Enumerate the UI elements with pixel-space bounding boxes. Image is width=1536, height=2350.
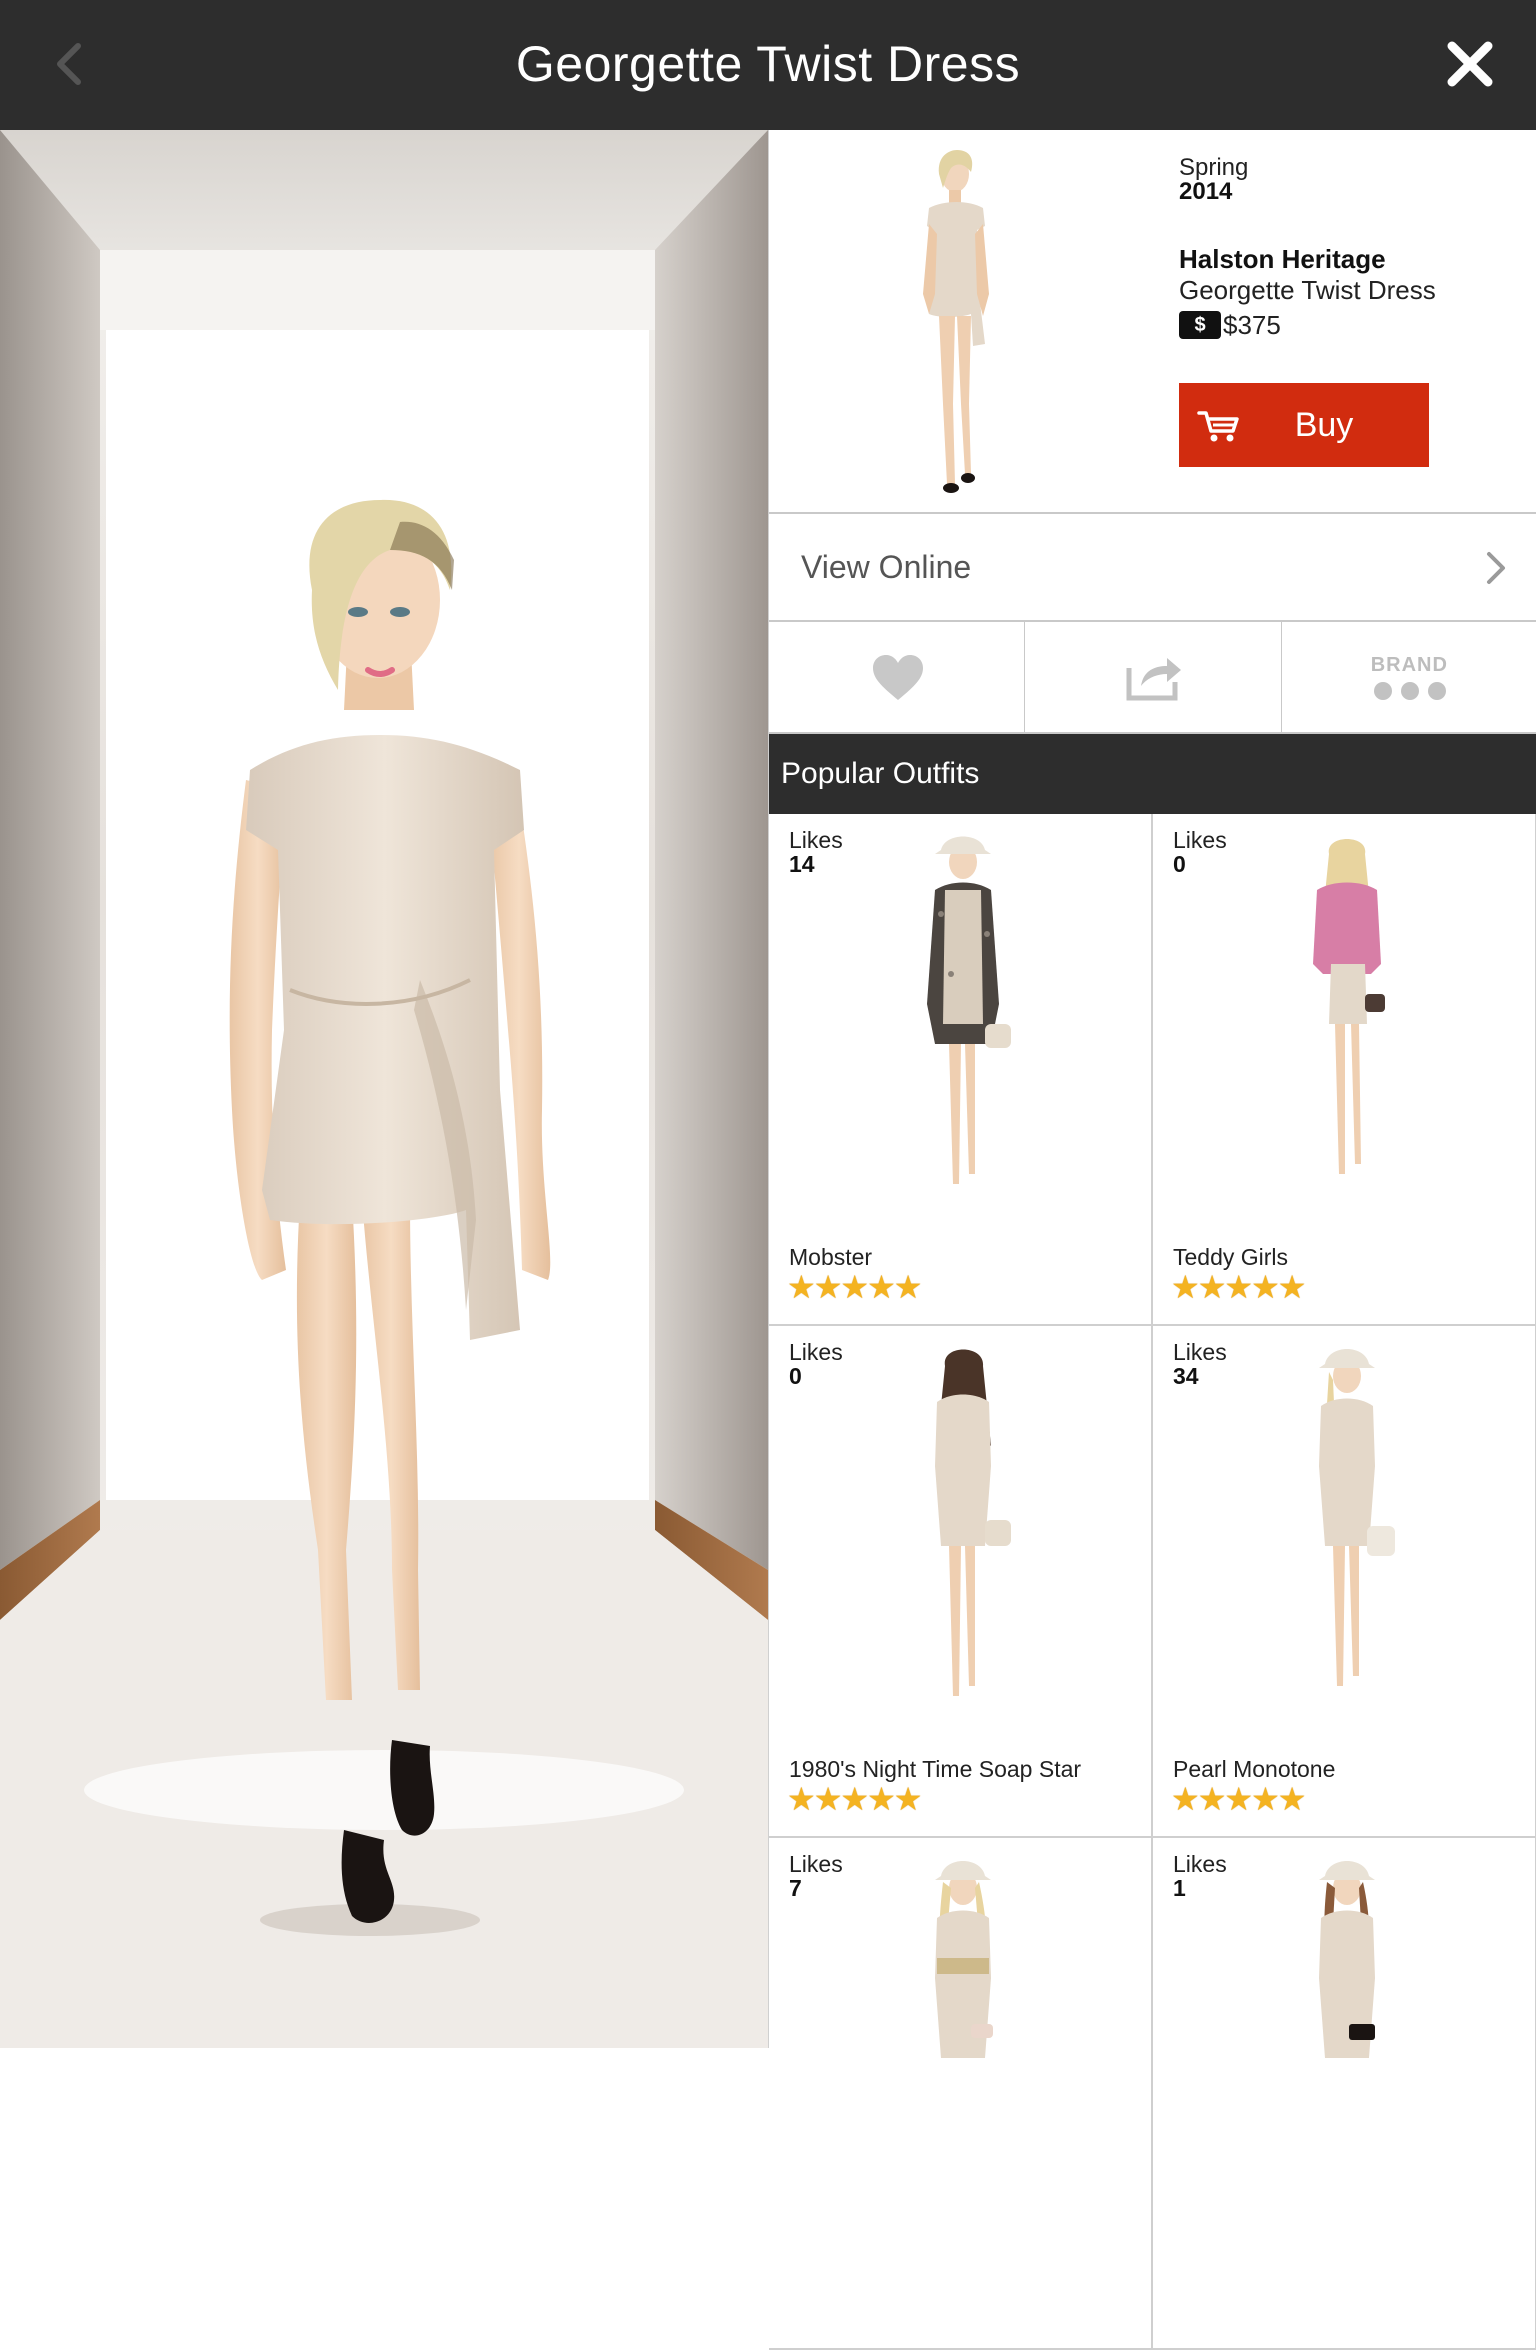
close-icon — [1447, 41, 1493, 87]
price: $375 — [1223, 309, 1281, 340]
close-button[interactable] — [1442, 36, 1498, 92]
likes-count: 7 — [789, 1875, 802, 1901]
outfit-card[interactable]: Likes 0 Teddy Girls ★★★★★ — [1153, 814, 1536, 1326]
outfit-card[interactable]: Likes 34 Pearl Monotone ★★★★★ — [1153, 1326, 1536, 1838]
page-title: Georgette Twist Dress — [515, 36, 1021, 92]
likes-count: 0 — [789, 1363, 802, 1389]
likes-label: Likes — [1173, 827, 1227, 853]
outfit-name: Mobster — [789, 1244, 873, 1270]
heart-icon — [873, 655, 923, 700]
product-name: Georgette Twist Dress — [1179, 275, 1436, 305]
more-dots-icon — [1373, 682, 1446, 700]
likes-count: 0 — [1173, 851, 1186, 877]
outfit-name: Teddy Girls — [1173, 1244, 1289, 1270]
likes-label: Likes — [789, 1339, 843, 1365]
price-row: $ $375 — [1179, 310, 1281, 340]
runway-model-view — [0, 130, 768, 2048]
outfit-name: Pearl Monotone — [1173, 1756, 1336, 1782]
outfit-image — [935, 1861, 993, 2058]
popular-outfits-title: Popular Outfits — [781, 757, 980, 790]
brand-button-label: BRAND — [1370, 654, 1448, 676]
product-summary: Spring 2014 Halston Heritage Georgette T… — [769, 130, 1536, 514]
likes-count: 1 — [1173, 1875, 1186, 1901]
chevron-right-icon — [1487, 552, 1505, 584]
likes-count: 34 — [1173, 1363, 1199, 1389]
popular-outfits-grid: Likes 14 Mobster ★★★★★ Likes 0 Teddy Gir… — [769, 814, 1536, 2350]
brand-button[interactable]: BRAND — [1282, 622, 1536, 732]
outfit-card[interactable]: Likes 0 1980's Night Time Soap Star ★★★★… — [769, 1326, 1153, 1838]
outfit-card[interactable]: Likes 7 — [769, 1838, 1153, 2350]
popular-outfits-header: Popular Outfits — [769, 734, 1536, 814]
view-online-label: View Online — [801, 549, 972, 585]
season-year: 2014 — [1179, 178, 1233, 205]
top-bar: Georgette Twist Dress — [0, 0, 1536, 130]
brand-name: Halston Heritage — [1179, 244, 1386, 274]
runway-illustration — [0, 130, 768, 2048]
season-label: Spring — [1179, 154, 1249, 181]
product-detail-panel: Spring 2014 Halston Heritage Georgette T… — [768, 130, 1536, 2350]
rating-stars: ★★★★★ — [1171, 1269, 1306, 1305]
outfit-name: 1980's Night Time Soap Star — [789, 1756, 1082, 1782]
rating-stars: ★★★★★ — [787, 1269, 922, 1305]
likes-label: Likes — [1173, 1851, 1227, 1877]
view-online-row[interactable]: View Online — [769, 514, 1536, 622]
action-bar: BRAND — [769, 622, 1536, 734]
likes-label: Likes — [789, 1851, 843, 1877]
outfit-card[interactable]: Likes 1 — [1153, 1838, 1536, 2350]
likes-count: 14 — [789, 851, 815, 877]
outfit-image — [1313, 839, 1385, 1174]
likes-label: Likes — [1173, 1339, 1227, 1365]
rating-stars: ★★★★★ — [787, 1781, 922, 1817]
like-button[interactable] — [769, 622, 1026, 732]
outfit-image — [1319, 1349, 1395, 1686]
outfit-image — [927, 836, 1011, 1184]
outfit-image — [1319, 1861, 1375, 2058]
outfit-card[interactable]: Likes 14 Mobster ★★★★★ — [769, 814, 1153, 1326]
likes-label: Likes — [789, 827, 843, 853]
currency-icon: $ — [1179, 311, 1221, 339]
product-thumbnail[interactable] — [899, 144, 1009, 504]
share-icon — [1126, 658, 1182, 701]
rating-stars: ★★★★★ — [1171, 1781, 1306, 1817]
outfit-image — [935, 1349, 1011, 1696]
buy-button-label: Buy — [1294, 405, 1354, 444]
buy-button[interactable]: Buy — [1179, 383, 1429, 467]
share-button[interactable] — [1025, 622, 1282, 732]
